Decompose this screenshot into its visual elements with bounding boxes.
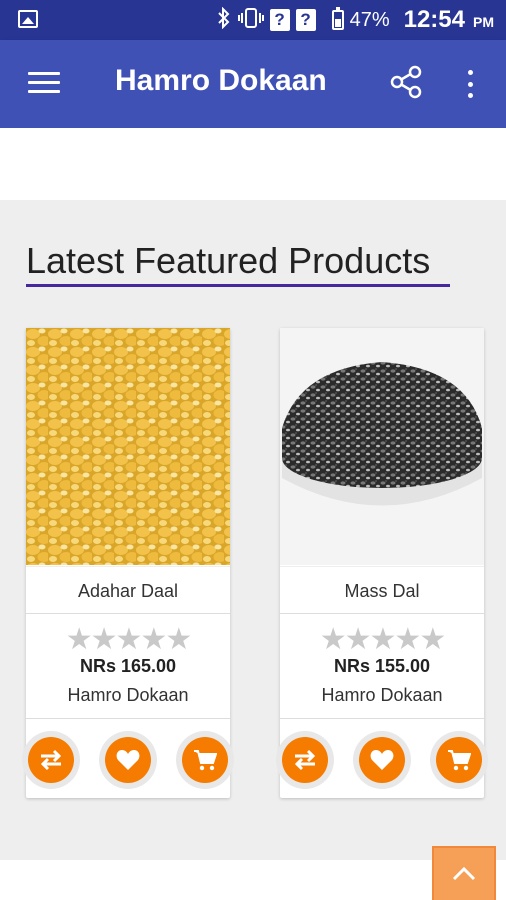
card-actions [276, 718, 488, 798]
rating-stars: ★★★★★ [319, 622, 446, 657]
banner-area [0, 128, 506, 200]
clock-ampm: PM [473, 14, 494, 30]
card-actions [22, 718, 234, 798]
more-vert-icon[interactable] [458, 66, 482, 102]
app-title: Hamro Dokaan [115, 64, 327, 97]
product-card[interactable]: Mass Dal ★★★★★ NRs 155.00 Hamro Dokaan [276, 328, 488, 798]
compare-icon [28, 737, 74, 783]
compare-button[interactable] [22, 731, 80, 789]
vibrate-icon [237, 7, 264, 33]
product-vendor: Hamro Dokaan [321, 685, 443, 705]
status-bar: ? ? 47% 12:54 PM [0, 0, 506, 40]
add-to-cart-button[interactable] [430, 731, 488, 789]
product-name[interactable]: Mass Dal [280, 566, 484, 614]
product-name[interactable]: Adahar Daal [26, 566, 230, 614]
product-vendor: Hamro Dokaan [67, 685, 189, 705]
compare-button[interactable] [276, 731, 334, 789]
battery-percent: 47% [349, 8, 390, 31]
heart-icon [105, 737, 151, 783]
gallery-icon [18, 10, 38, 28]
scroll-to-top-button[interactable] [432, 846, 496, 900]
app-bar: Hamro Dokaan [0, 40, 506, 128]
product-card[interactable]: Adahar Daal ★★★★★ NRs 165.00 Hamro Dokaa… [22, 328, 234, 798]
product-image[interactable] [280, 328, 484, 565]
section-title: Latest Featured Products [26, 240, 431, 281]
heart-icon [359, 737, 405, 783]
cart-icon [436, 737, 482, 783]
no-sim-icon: ? [295, 9, 316, 31]
add-to-cart-button[interactable] [176, 731, 234, 789]
wishlist-button[interactable] [99, 731, 157, 789]
wishlist-button[interactable] [353, 731, 411, 789]
bottom-area [0, 860, 506, 900]
cart-icon [182, 737, 228, 783]
no-sim-icon: ? [269, 9, 290, 31]
product-price: NRs 165.00 [79, 656, 177, 676]
menu-icon[interactable] [28, 72, 60, 94]
rating-stars: ★★★★★ [65, 622, 192, 657]
compare-icon [282, 737, 328, 783]
product-image[interactable] [26, 328, 230, 565]
bluetooth-icon [216, 6, 232, 33]
product-price: NRs 155.00 [333, 656, 431, 676]
chevron-up-icon [451, 866, 477, 887]
clock-time: 12:54 [403, 6, 465, 33]
battery-icon [331, 7, 344, 30]
share-icon[interactable] [388, 64, 424, 100]
title-underline [26, 284, 450, 287]
